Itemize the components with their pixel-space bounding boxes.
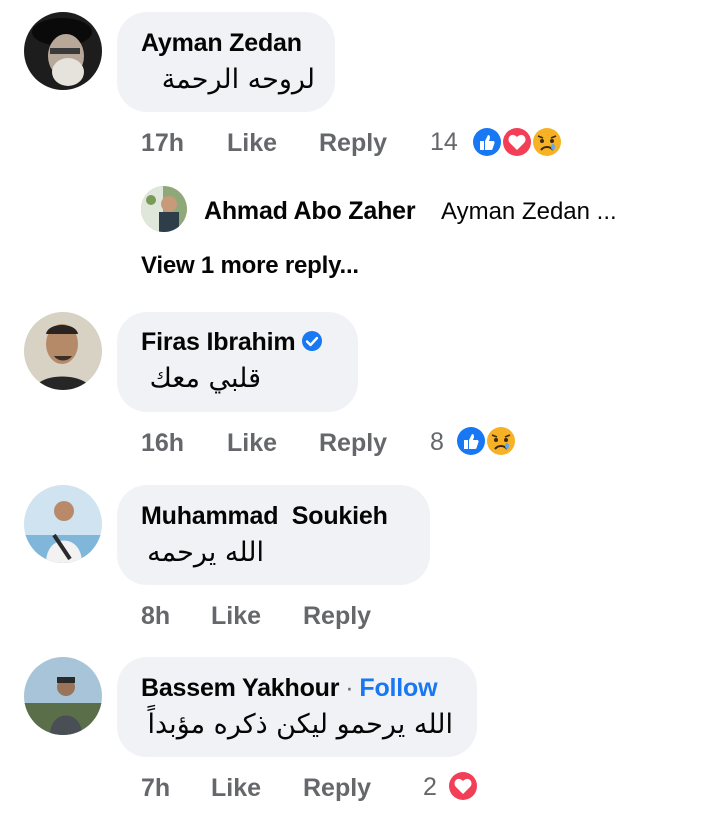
sad-icon[interactable]	[530, 125, 564, 159]
comment-bubble	[117, 485, 430, 585]
reaction-count[interactable]: 14	[430, 127, 458, 157]
like-button[interactable]: Like	[211, 601, 261, 631]
reaction-count[interactable]: 8	[430, 427, 444, 457]
comment-text: لروحه الرحمة	[161, 64, 315, 95]
like-button[interactable]: Like	[211, 773, 261, 803]
comment-time[interactable]: 8h	[141, 601, 170, 631]
view-more-replies[interactable]: View 1 more reply...	[141, 251, 359, 281]
avatar-bassem[interactable]	[24, 657, 102, 735]
comment-author: Bassem Yakhour · Follow	[141, 673, 438, 703]
like-button[interactable]: Like	[227, 428, 277, 458]
comment-time[interactable]: 16h	[141, 428, 184, 458]
avatar-firas[interactable]	[24, 312, 102, 390]
comment-author-name[interactable]: Bassem Yakhour	[141, 674, 339, 702]
reply-button[interactable]: Reply	[303, 601, 371, 631]
comment-time[interactable]: 7h	[141, 773, 170, 803]
comment-bubble	[117, 12, 335, 112]
reaction-count[interactable]: 2	[423, 772, 437, 802]
comment-text: الله يرحمه	[147, 537, 264, 568]
sad-icon[interactable]	[484, 424, 518, 458]
like-button[interactable]: Like	[227, 128, 277, 158]
comment-bubble	[117, 657, 477, 757]
like-icon[interactable]	[454, 424, 488, 458]
comment-author-name[interactable]: Firas Ibrahim	[141, 328, 296, 356]
reply-button[interactable]: Reply	[319, 128, 387, 158]
follow-button[interactable]: Follow	[359, 674, 437, 702]
avatar-ayman[interactable]	[24, 12, 102, 90]
like-icon[interactable]	[470, 125, 504, 159]
love-icon[interactable]	[500, 125, 534, 159]
reply-text: Ayman Zedan ...	[441, 198, 617, 225]
reply-author[interactable]: Ahmad Abo Zaher	[204, 196, 416, 226]
avatar-muhammad[interactable]	[24, 485, 102, 563]
reply-button[interactable]: Reply	[319, 428, 387, 458]
avatar-ahmad[interactable]	[141, 186, 187, 232]
comment-author[interactable]: Ayman Zedan	[141, 28, 302, 58]
comment-author[interactable]: Muhammad Soukieh	[141, 501, 388, 531]
comment-author[interactable]: Firas Ibrahim	[141, 327, 323, 357]
comment-time[interactable]: 17h	[141, 128, 184, 158]
comment-text: الله يرحمو ليكن ذكره مؤبداً	[147, 709, 454, 740]
verified-badge-icon	[302, 331, 323, 351]
love-icon[interactable]	[446, 769, 480, 803]
comment-text: قلبي معك	[149, 363, 261, 394]
separator-dot: ·	[345, 674, 354, 702]
reply-button[interactable]: Reply	[303, 773, 371, 803]
